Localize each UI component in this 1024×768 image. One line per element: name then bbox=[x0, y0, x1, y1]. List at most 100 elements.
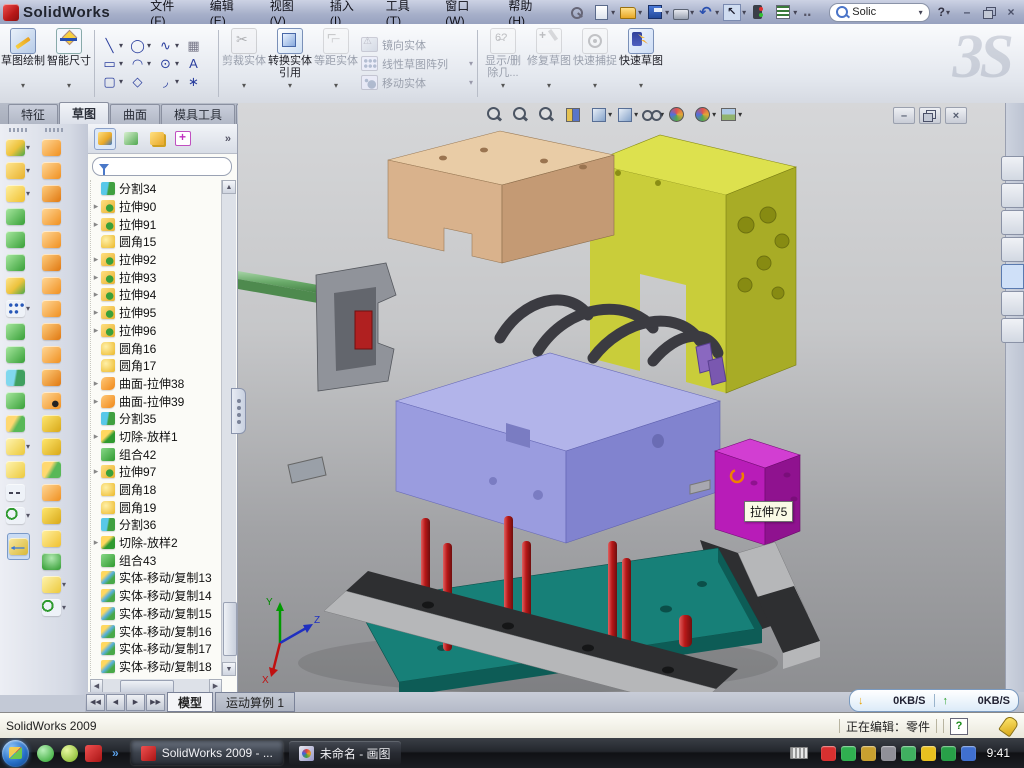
tree-item[interactable]: ▸ 切除-放样2 bbox=[91, 534, 223, 552]
zoom-area-icon[interactable]: ▾ bbox=[511, 106, 534, 122]
next-tab-icon[interactable]: ▶ bbox=[126, 694, 145, 711]
ribbon-stack-button[interactable]: 移动实体 ▾ bbox=[361, 74, 473, 91]
ribbon-button[interactable]: 显示/删除几... ▾ bbox=[480, 24, 526, 103]
expand-arrow-icon[interactable]: ▸ bbox=[91, 378, 101, 389]
spline-icon[interactable]: ▾ bbox=[157, 38, 184, 53]
polygon-icon[interactable]: ▾ bbox=[129, 74, 156, 89]
parting-surface-icon[interactable]: ▾ bbox=[42, 481, 66, 504]
model-part-tan-plate[interactable] bbox=[388, 131, 614, 263]
dropdown-arrow-icon[interactable]: ▾ bbox=[742, 8, 746, 17]
status-help-icon[interactable]: ? bbox=[950, 718, 968, 735]
tree-item[interactable]: ▸ 圆角16 bbox=[91, 339, 223, 357]
dropdown-arrow-icon[interactable]: ▾ bbox=[638, 8, 642, 17]
ribbon-button[interactable]: 修复草图 ▾ bbox=[526, 24, 572, 103]
tree-item[interactable]: ▸ 拉伸97 bbox=[91, 463, 223, 481]
expand-arrow-icon[interactable]: ▸ bbox=[91, 272, 101, 283]
extruded-surface-icon[interactable]: ▾ bbox=[42, 182, 66, 205]
expand-arrow-icon[interactable]: ▸ bbox=[91, 431, 101, 442]
appearances-icon[interactable] bbox=[1001, 291, 1024, 316]
panel-more-button[interactable]: » bbox=[225, 133, 231, 145]
ellipse-icon[interactable]: ▾ bbox=[157, 56, 184, 71]
expand-arrow-icon[interactable]: ▸ bbox=[91, 537, 101, 548]
zoom-fit-icon[interactable]: ▾ bbox=[485, 106, 508, 122]
tree-item[interactable]: ▸ 圆角18 bbox=[91, 481, 223, 499]
extruded-cut-icon[interactable]: ▾ bbox=[6, 159, 30, 182]
move-copy-body-icon[interactable]: ▾ bbox=[6, 412, 30, 435]
replace-face-icon[interactable]: ▾ bbox=[42, 412, 66, 435]
tree-item[interactable]: ▸ 拉伸92 bbox=[91, 251, 223, 269]
command-tab[interactable]: 特征 bbox=[8, 104, 58, 124]
restore-button[interactable] bbox=[980, 5, 998, 20]
revolved-surface-icon[interactable]: ▾ bbox=[42, 159, 66, 182]
featuremanager-tab[interactable] bbox=[94, 128, 116, 150]
display-style-icon[interactable]: ▾ bbox=[615, 106, 638, 122]
section-view-icon[interactable]: ▾ bbox=[563, 106, 586, 122]
mirror-feature-icon[interactable]: ▾ bbox=[6, 343, 30, 366]
view-settings-icon[interactable]: ▾ bbox=[719, 106, 742, 122]
solidworks-launcher-icon[interactable] bbox=[85, 745, 102, 762]
ribbon-button[interactable]: 快速捕捉 ▾ bbox=[572, 24, 618, 103]
instant3d-button[interactable] bbox=[7, 533, 30, 560]
knit-surface-icon[interactable]: ▾ bbox=[42, 320, 66, 343]
circle-icon[interactable]: ▾ bbox=[129, 38, 156, 53]
antivirus-alert-icon[interactable] bbox=[821, 746, 836, 761]
filled-surface-icon[interactable]: ▾ bbox=[42, 228, 66, 251]
ribbon-button[interactable]: 快速草图 ▾ bbox=[618, 24, 664, 103]
search-dropdown-icon[interactable]: ▾ bbox=[919, 8, 923, 17]
solidworks-resources-icon[interactable] bbox=[1001, 237, 1024, 262]
tree-item[interactable]: ▸ 组合42 bbox=[91, 445, 223, 463]
dimxpertmanager-tab[interactable] bbox=[172, 128, 194, 150]
extruded-boss-icon[interactable]: ▾ bbox=[6, 136, 30, 159]
ribbon-stack-button[interactable]: 线性草图阵列 ▾ bbox=[361, 55, 473, 72]
draft-analysis-icon[interactable]: ▾ bbox=[42, 458, 66, 481]
dropdown-arrow-icon[interactable]: ▾ bbox=[793, 8, 797, 17]
planar-surface-icon[interactable]: ▾ bbox=[42, 251, 66, 274]
new-document-icon[interactable]: ▾ bbox=[592, 2, 616, 22]
doc-close-button[interactable]: × bbox=[945, 107, 967, 124]
document-tab[interactable]: 运动算例 1 bbox=[215, 692, 295, 712]
line-icon[interactable]: ▾ bbox=[101, 38, 128, 53]
command-tab[interactable]: 曲面 bbox=[110, 104, 160, 124]
chamfer-icon[interactable]: ▾ bbox=[6, 251, 30, 274]
toolbar-grip[interactable] bbox=[45, 128, 63, 132]
dropdown-arrow-icon[interactable]: ▾ bbox=[690, 8, 694, 17]
scroll-up-icon[interactable]: ▲ bbox=[222, 180, 236, 194]
tree-item[interactable]: ▸ 拉伸95 bbox=[91, 304, 223, 322]
model-part-yellow-bracket[interactable] bbox=[590, 135, 796, 393]
tree-item[interactable]: ▸ 实体-移动/复制17 bbox=[91, 640, 223, 658]
expand-arrow-icon[interactable]: ▸ bbox=[91, 289, 101, 300]
open-icon[interactable]: ▾ bbox=[618, 2, 643, 22]
ref-geometry-icon[interactable]: ▾ bbox=[42, 573, 66, 596]
delete-face-icon[interactable]: ▾ bbox=[42, 389, 66, 412]
parting-line-icon[interactable]: ▾ bbox=[42, 435, 66, 458]
dropdown-arrow-icon[interactable]: ▾ bbox=[665, 8, 669, 17]
doc-restore-button[interactable] bbox=[919, 107, 941, 124]
arc-icon[interactable]: ▾ bbox=[129, 56, 156, 71]
selection-box-icon[interactable]: ▾ bbox=[185, 38, 212, 53]
combine-icon[interactable]: ▾ bbox=[6, 389, 30, 412]
network-icon[interactable] bbox=[901, 746, 916, 761]
prev-tab-icon[interactable]: ◀ bbox=[106, 694, 125, 711]
document-tab[interactable]: 模型 bbox=[167, 692, 213, 712]
pin-icon[interactable]: ▾ bbox=[567, 2, 590, 22]
tree-horizontal-scrollbar[interactable]: ◀ ▶ bbox=[90, 679, 222, 693]
tree-item[interactable]: ▸ 分割36 bbox=[91, 516, 223, 534]
ribbon-button[interactable]: 剪裁实体 ▾ bbox=[221, 24, 267, 103]
ribbon-stack-button[interactable]: 镜向实体 ▾ bbox=[361, 36, 473, 53]
first-tab-icon[interactable]: ◀◀ bbox=[86, 694, 105, 711]
search-input[interactable]: Solic ▾ bbox=[829, 3, 929, 22]
expand-arrow-icon[interactable]: ▸ bbox=[91, 219, 101, 230]
tree-item[interactable]: ▸ 实体-移动/复制14 bbox=[91, 587, 223, 605]
hide-show-items-icon[interactable]: ▾ bbox=[641, 106, 664, 122]
tag-icon[interactable] bbox=[998, 715, 1020, 738]
linear-pattern-icon[interactable]: ▾ bbox=[6, 297, 30, 320]
plane-icon[interactable]: ▾ bbox=[6, 458, 30, 481]
tree-item[interactable]: ▸ 实体-移动/复制13 bbox=[91, 569, 223, 587]
command-tab[interactable]: 模具工具 bbox=[161, 104, 235, 124]
swept-boss-icon[interactable]: ▾ bbox=[6, 205, 30, 228]
shield-ok-icon[interactable] bbox=[841, 746, 856, 761]
fillet-icon[interactable]: ▾ bbox=[6, 182, 30, 205]
start-button[interactable] bbox=[2, 740, 29, 767]
zoom-selection-icon[interactable]: ▾ bbox=[537, 106, 560, 122]
volume-icon[interactable] bbox=[881, 746, 896, 761]
